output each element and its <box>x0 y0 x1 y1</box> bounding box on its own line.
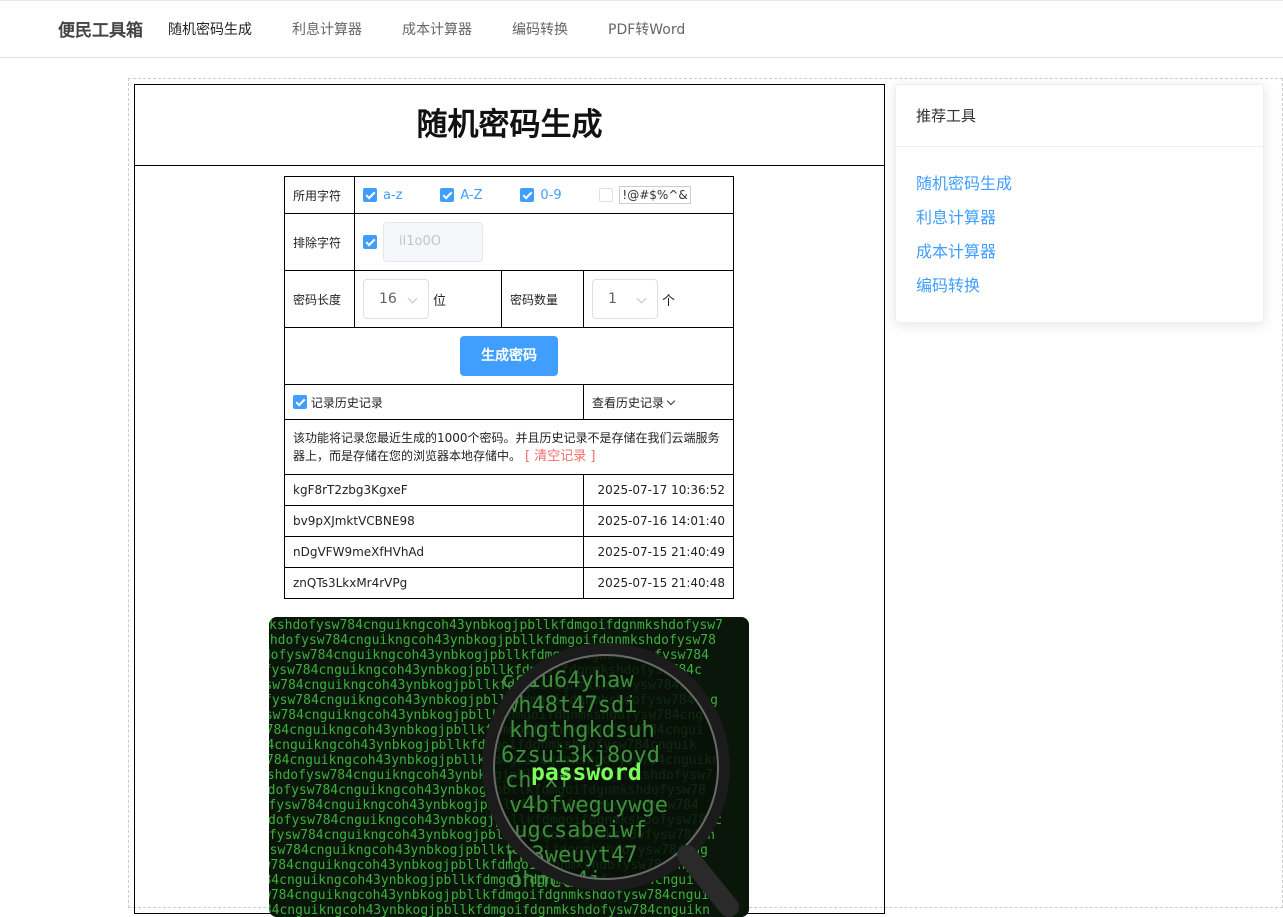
exclude-input[interactable]: il1o0O <box>383 222 483 262</box>
chevron-down-icon <box>666 396 676 405</box>
code-line: w784cnguikngcoh43ynbkogjpbllkfdmgoifdgnm… <box>269 888 717 903</box>
history-time: 2025-07-17 10:36:52 <box>583 474 734 506</box>
nav-item-pdf[interactable]: PDF转Word <box>608 19 685 39</box>
count-select[interactable]: 1 <box>592 279 658 319</box>
exclude-label: 排除字符 <box>284 213 355 271</box>
generator-form: 所用字符 a-z A-Z 0-9 !@#$%^& 排除字符 il1o0O 密码长… <box>284 176 734 599</box>
record-history-label: 记录历史记录 <box>310 395 383 410</box>
nav-item-encoding[interactable]: 编码转换 <box>512 19 568 39</box>
highlight-word: password <box>531 760 642 786</box>
checkbox-digits[interactable] <box>520 188 535 202</box>
table-row: bv9pXJmktVCBNE98 2025-07-16 14:01:40 <box>284 505 734 537</box>
count-unit: 个 <box>662 293 676 309</box>
code-line: 784cnguikngcoh43ynbkogjpbllkfdmgoifdgnmk… <box>269 903 710 917</box>
option-lowercase[interactable]: a-z <box>363 188 402 203</box>
sidebar-item-interest[interactable]: 利息计算器 <box>916 204 996 228</box>
page-title: 随机密码生成 <box>135 85 884 166</box>
history-time: 2025-07-15 21:40:49 <box>583 536 734 568</box>
view-history-toggle[interactable]: 查看历史记录 <box>583 384 734 420</box>
password-illustration: kshdofysw784cnguikngcoh43ynbkogjpbllkfdm… <box>269 617 749 917</box>
length-select[interactable]: 16 <box>363 279 429 319</box>
history-password: bv9pXJmktVCBNE98 <box>284 505 584 537</box>
nav-item-cost[interactable]: 成本计算器 <box>402 19 472 39</box>
chevron-down-icon <box>407 293 418 304</box>
code-matrix-image: kshdofysw784cnguikngcoh43ynbkogjpbllkfdm… <box>269 617 749 917</box>
option-lowercase-label: a-z <box>383 187 403 203</box>
checkbox-uppercase[interactable] <box>440 188 455 202</box>
view-history-label: 查看历史记录 <box>592 395 665 410</box>
top-navbar: 便民工具箱 随机密码生成 利息计算器 成本计算器 编码转换 PDF转Word <box>0 0 1283 58</box>
lens-code-line: bugcsabeiwf <box>501 818 647 843</box>
lens-code-line: v4bfweguywge <box>509 793 668 818</box>
code-line: kshdofysw784cnguikngcoh43ynbkogjpbllkfdm… <box>269 618 723 633</box>
option-uppercase[interactable]: A-Z <box>440 187 483 203</box>
checkbox-special[interactable] <box>599 188 614 202</box>
table-row: znQTs3LkxMr4rVPg 2025-07-15 21:40:48 <box>284 567 734 599</box>
length-value: 16 <box>379 291 397 307</box>
history-time: 2025-07-15 21:40:48 <box>583 567 734 599</box>
chevron-down-icon <box>636 293 647 304</box>
brand-logo[interactable]: 便民工具箱 <box>58 16 143 41</box>
history-time: 2025-07-16 14:01:40 <box>583 505 734 537</box>
history-password: znQTs3LkxMr4rVPg <box>284 567 584 599</box>
sidebar-item-cost[interactable]: 成本计算器 <box>916 238 996 262</box>
lens-code-line: khgthgkdsuh <box>509 718 655 743</box>
clear-history-link[interactable]: [ 清空记录 ] <box>525 449 595 464</box>
length-unit: 位 <box>433 293 447 309</box>
nav-item-interest[interactable]: 利息计算器 <box>292 19 362 39</box>
generate-button[interactable]: 生成密码 <box>460 336 558 376</box>
recommended-tools-card: 推荐工具 随机密码生成 利息计算器 成本计算器 编码转换 <box>895 84 1264 323</box>
checkbox-exclude[interactable] <box>363 235 377 249</box>
table-row: kgF8rT2zbg3KgxeF 2025-07-17 10:36:52 <box>284 474 734 506</box>
option-special[interactable]: !@#$%^& <box>599 186 691 204</box>
option-digits[interactable]: 0-9 <box>520 187 562 203</box>
code-line: shdofysw784cnguikngcoh43ynbkogjpbllkfdmg… <box>269 633 716 648</box>
length-label: 密码长度 <box>284 270 355 328</box>
chars-label: 所用字符 <box>284 176 355 214</box>
option-uppercase-label: A-Z <box>460 187 483 203</box>
option-special-input[interactable]: !@#$%^& <box>619 186 691 204</box>
history-password: kgF8rT2zbg3KgxeF <box>284 474 584 506</box>
sidebar-title: 推荐工具 <box>896 85 1263 147</box>
count-value: 1 <box>608 291 617 307</box>
chars-options: a-z A-Z 0-9 !@#$%^& <box>354 176 734 214</box>
checkbox-lowercase[interactable] <box>363 188 377 202</box>
sidebar-item-encoding[interactable]: 编码转换 <box>916 272 980 296</box>
nav-item-password[interactable]: 随机密码生成 <box>168 19 252 39</box>
count-label: 密码数量 <box>501 270 584 328</box>
history-notice: 该功能将记录您最近生成的1000个密码。并且历史记录不是存储在我们云端服务器上，… <box>293 430 720 463</box>
sidebar-item-password[interactable]: 随机密码生成 <box>916 170 1012 194</box>
option-digits-label: 0-9 <box>540 187 562 203</box>
checkbox-record-history[interactable] <box>293 395 307 409</box>
history-password: nDgVFW9meXfHVhAd <box>284 536 584 568</box>
lens-code-line: wh48t47sdi <box>505 693 637 718</box>
table-row: nDgVFW9meXfHVhAd 2025-07-15 21:40:49 <box>284 536 734 568</box>
